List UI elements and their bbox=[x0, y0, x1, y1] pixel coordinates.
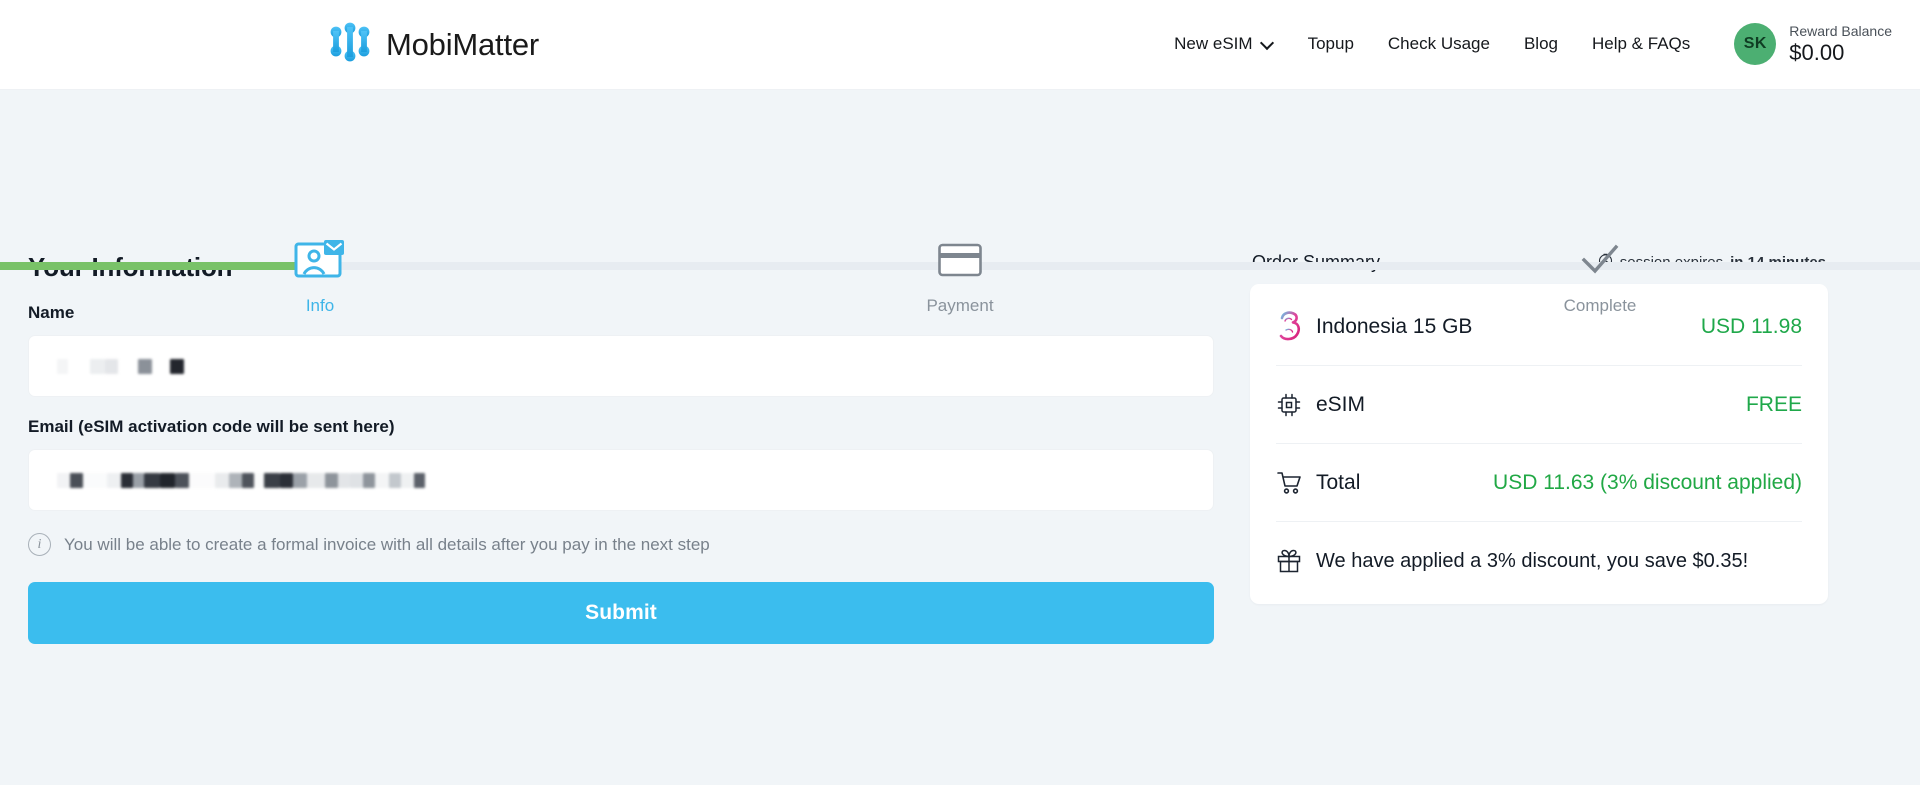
order-row-total: Total USD 11.63 (3% discount applied) bbox=[1276, 444, 1802, 522]
nav-item-topup[interactable]: Topup bbox=[1308, 34, 1354, 54]
stepper-step-complete[interactable]: Complete bbox=[1520, 238, 1680, 316]
main-navigation: New eSIM Topup Check Usage Blog Help & F… bbox=[1174, 23, 1920, 66]
email-field-label: Email (eSIM activation code will be sent… bbox=[28, 417, 395, 436]
invoice-note-text: You will be able to create a formal invo… bbox=[64, 534, 710, 554]
submit-button[interactable]: Submit bbox=[28, 582, 1214, 644]
reward-balance-value: $0.00 bbox=[1789, 40, 1845, 66]
reward-balance-label: Reward Balance bbox=[1789, 23, 1892, 40]
nav-item-blog-label: Blog bbox=[1523, 34, 1558, 54]
name-redacted-value bbox=[57, 358, 184, 374]
nav-item-check-usage[interactable]: Check Usage bbox=[1388, 34, 1490, 54]
nav-item-new-esim[interactable]: New eSIM bbox=[1174, 34, 1273, 54]
order-row-plan-price: USD 11.98 bbox=[1700, 314, 1802, 338]
stepper-step-complete-label: Complete bbox=[1563, 296, 1637, 315]
email-input[interactable] bbox=[28, 449, 1214, 511]
brand-logo[interactable]: MobiMatter bbox=[328, 19, 539, 70]
order-row-esim-name: eSIM bbox=[1316, 392, 1366, 416]
avatar[interactable]: SK bbox=[1734, 23, 1777, 66]
order-summary-card: Indonesia 15 GB USD 11.98 eSIM FREE Tota… bbox=[1250, 284, 1828, 604]
order-row-total-name: Total bbox=[1316, 470, 1361, 494]
shopping-cart-icon bbox=[1276, 470, 1310, 496]
stepper-step-payment-label: Payment bbox=[926, 296, 994, 315]
brand-name: MobiMatter bbox=[386, 26, 540, 62]
site-header: MobiMatter New eSIM Topup Check Usage Bl… bbox=[0, 0, 1920, 90]
contact-card-icon bbox=[240, 238, 400, 282]
nav-item-blog[interactable]: Blog bbox=[1524, 34, 1558, 54]
name-input[interactable] bbox=[28, 335, 1214, 397]
stepper-step-payment[interactable]: Payment bbox=[880, 238, 1040, 316]
esim-chip-icon bbox=[1276, 392, 1310, 418]
mobimatter-logo-icon bbox=[328, 19, 374, 70]
invoice-note: i You will be able to create a formal in… bbox=[28, 533, 1214, 556]
three-carrier-logo-icon bbox=[1276, 310, 1310, 344]
nav-item-new-esim-label: New eSIM bbox=[1174, 34, 1253, 54]
order-row-esim-price: FREE bbox=[1745, 392, 1802, 416]
credit-card-icon bbox=[880, 238, 1040, 282]
gift-icon bbox=[1276, 548, 1310, 574]
order-row-plan-name: Indonesia 15 GB bbox=[1316, 314, 1473, 338]
order-row-esim: eSIM FREE bbox=[1276, 366, 1802, 444]
reward-balance-block: SK Reward Balance $0.00 bbox=[1734, 23, 1892, 66]
order-row-discount-text: We have applied a 3% discount, you save … bbox=[1316, 549, 1749, 572]
nav-item-topup-label: Topup bbox=[1307, 34, 1354, 54]
info-icon: i bbox=[28, 533, 51, 556]
order-row-discount: We have applied a 3% discount, you save … bbox=[1276, 522, 1802, 600]
checkout-stepper: Info Payment Complete bbox=[0, 90, 1920, 315]
stepper-step-info-label: Info bbox=[305, 296, 335, 315]
chevron-down-icon[interactable] bbox=[1262, 37, 1274, 49]
nav-item-help-faqs-label: Help & FAQs bbox=[1592, 34, 1691, 54]
nav-item-help-faqs[interactable]: Help & FAQs bbox=[1592, 34, 1690, 54]
order-row-total-price: USD 11.63 (3% discount applied) bbox=[1493, 470, 1802, 494]
check-mark-icon bbox=[1520, 238, 1680, 282]
nav-item-check-usage-label: Check Usage bbox=[1387, 34, 1490, 54]
email-redacted-value bbox=[57, 472, 425, 488]
stepper-step-info[interactable]: Info bbox=[240, 238, 400, 316]
